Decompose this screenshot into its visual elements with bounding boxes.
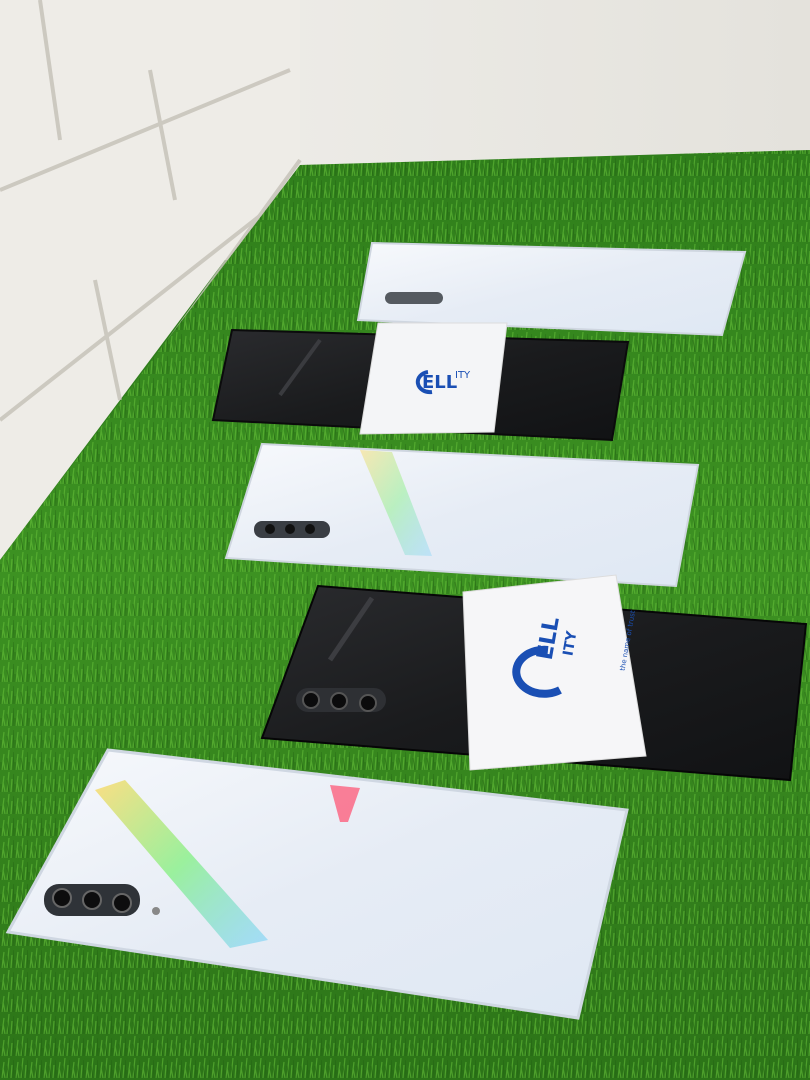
brand-card-bottom: ELL ITY the name of trust (462, 574, 647, 771)
brand-card-top: ELL ITY (359, 322, 508, 435)
phone-white-top (356, 241, 747, 337)
camera-module-icon (385, 292, 443, 304)
brand-logo-text: ELL (422, 372, 457, 393)
brand-logo-sub: ITY (455, 370, 471, 381)
photo-scene: ELL ITY ELL ITY the name of trust (0, 0, 810, 1080)
